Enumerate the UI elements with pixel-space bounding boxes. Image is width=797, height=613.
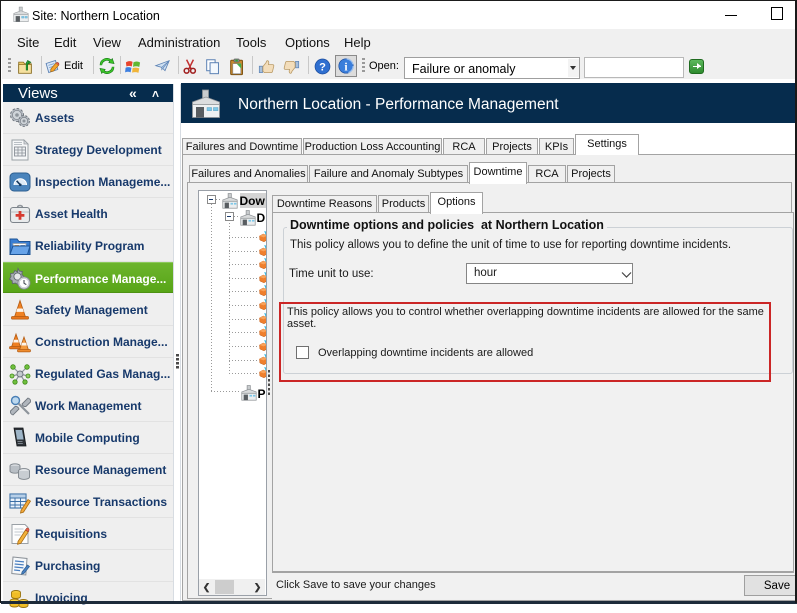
svg-text:?: ? xyxy=(319,61,326,73)
